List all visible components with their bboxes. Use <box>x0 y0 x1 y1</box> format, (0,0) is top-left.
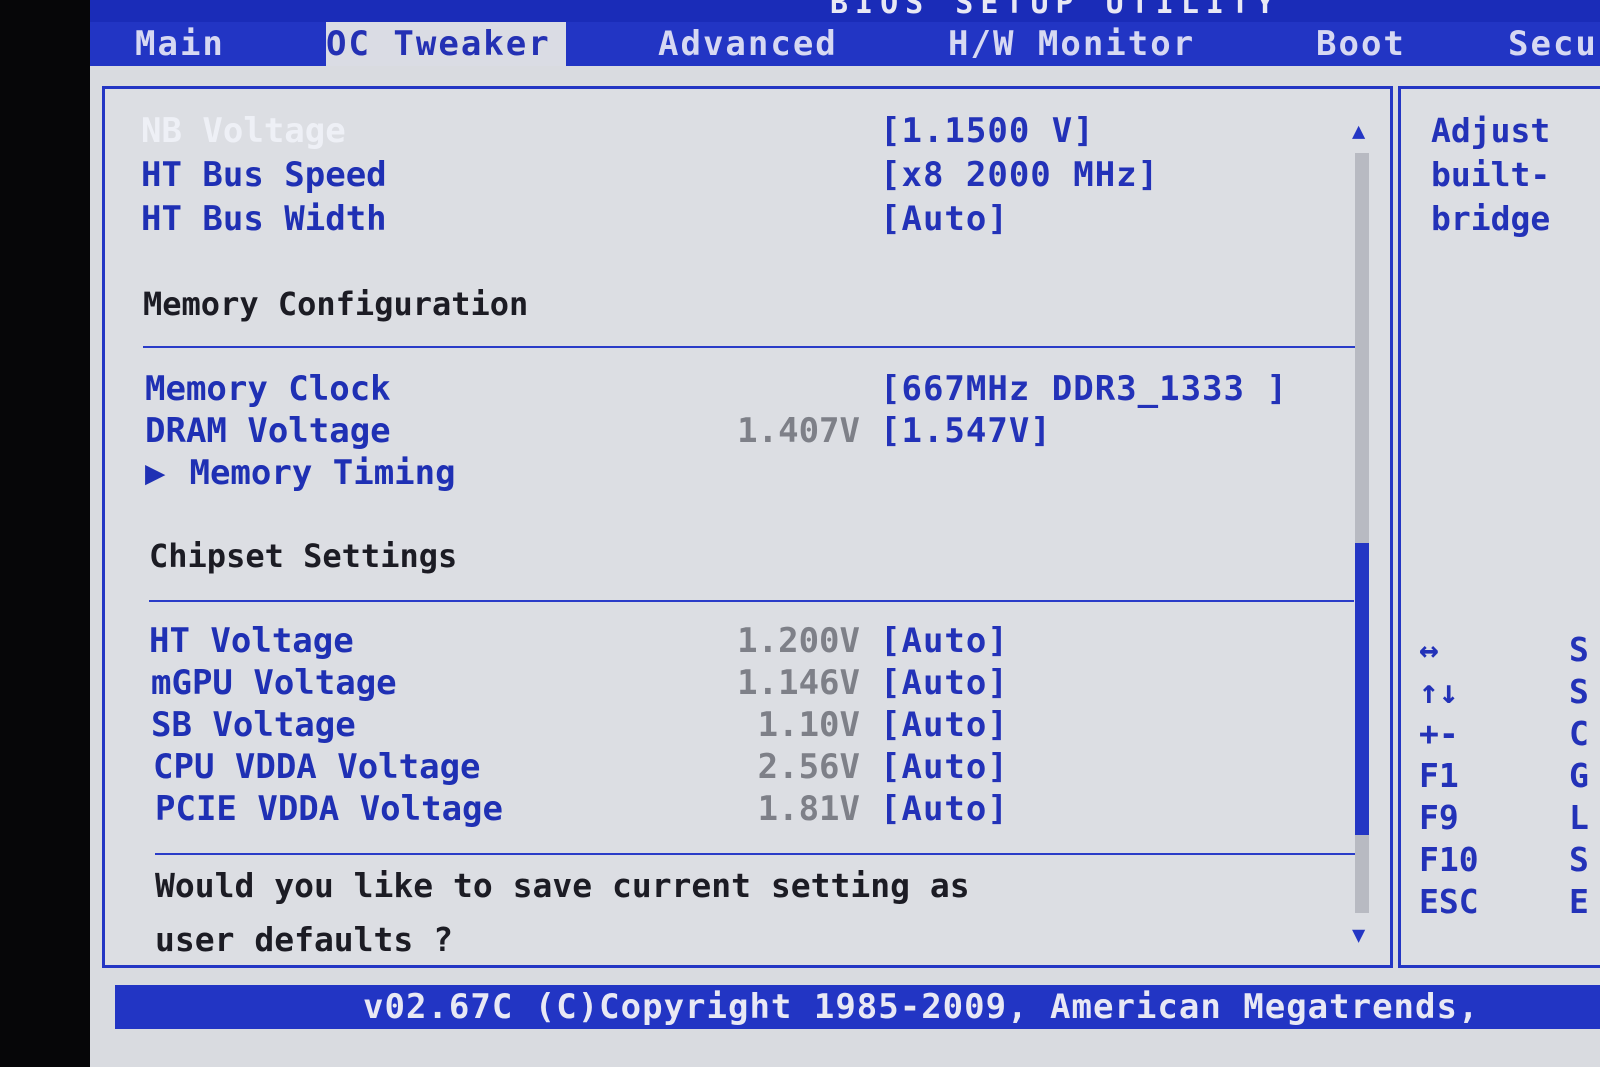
save-defaults-prompt: Would you like to save current setting a… <box>155 866 970 959</box>
key-legend-item: F10 S <box>1419 839 1589 881</box>
key-desc: S <box>1569 672 1589 711</box>
copyright-bar: v02.67C (C)Copyright 1985-2009, American… <box>115 985 1600 1029</box>
setting-label: CPU VDDA Voltage <box>153 747 481 787</box>
setting-reading: 1.146V <box>737 663 860 703</box>
setting-label: PCIE VDDA Voltage <box>155 789 503 829</box>
setting-label: mGPU Voltage <box>151 663 397 703</box>
key-name: ↔ <box>1419 630 1439 669</box>
key-legend: ↔ S ↑↓ S +- C F1 G F9 L F10 S ESC E <box>1419 629 1589 923</box>
setting-label: Memory Clock <box>145 369 391 409</box>
setting-row-ht-bus-speed[interactable]: HT Bus Speed [x8 2000 MHz] <box>105 155 1335 199</box>
setting-row-ht-bus-width[interactable]: HT Bus Width [Auto] <box>105 199 1335 243</box>
submenu-arrow-icon: ▶ <box>145 453 166 493</box>
key-desc: E <box>1569 882 1589 921</box>
setting-value[interactable]: [667MHz DDR3_1333 ] <box>880 369 1288 409</box>
setting-value[interactable]: [Auto] <box>880 621 1009 661</box>
setting-value[interactable]: [Auto] <box>880 199 1009 239</box>
key-name: F10 <box>1419 840 1479 879</box>
submenu-label-text: Memory Timing <box>189 453 456 493</box>
submenu-memory-timing[interactable]: ▶ Memory Timing <box>105 453 1335 497</box>
section-divider <box>149 600 1354 602</box>
submenu-label: ▶ Memory Timing <box>145 453 456 493</box>
tab-main[interactable]: Main <box>135 22 225 66</box>
help-text: Adjust built- bridge <box>1431 111 1551 238</box>
key-desc: G <box>1569 756 1589 795</box>
key-desc: L <box>1569 798 1589 837</box>
setting-label: HT Bus Speed <box>141 155 387 195</box>
key-desc: S <box>1569 840 1589 879</box>
key-name: F1 <box>1419 756 1459 795</box>
setting-row-ht-voltage[interactable]: HT Voltage 1.200V [Auto] <box>105 621 1335 665</box>
setting-row-mgpu-voltage[interactable]: mGPU Voltage 1.146V [Auto] <box>105 663 1335 707</box>
tab-hw-monitor[interactable]: H/W Monitor <box>948 22 1195 66</box>
setting-value[interactable]: [x8 2000 MHz] <box>880 155 1159 195</box>
key-desc: S <box>1569 630 1589 669</box>
key-legend-item: +- C <box>1419 713 1589 755</box>
scrollbar-thumb[interactable] <box>1355 543 1369 835</box>
key-name: ESC <box>1419 882 1479 921</box>
setting-value[interactable]: [1.547V] <box>880 411 1052 451</box>
help-panel: Adjust built- bridge ↔ S ↑↓ S +- C F1 G F9 L … <box>1398 86 1600 968</box>
scroll-down-icon[interactable]: ▼ <box>1352 923 1365 948</box>
setting-reading: 1.10V <box>757 705 860 745</box>
scrollbar[interactable] <box>1355 153 1369 913</box>
settings-panel: NB Voltage [1.1500 V] HT Bus Speed [x8 2… <box>102 86 1393 968</box>
setting-label: HT Bus Width <box>141 199 387 239</box>
setting-label: HT Voltage <box>149 621 354 661</box>
setting-label: DRAM Voltage <box>145 411 391 451</box>
setting-value[interactable]: [1.1500 V] <box>880 111 1095 151</box>
setting-row-cpu-vdda-voltage[interactable]: CPU VDDA Voltage 2.56V [Auto] <box>105 747 1335 791</box>
setting-value[interactable]: [Auto] <box>880 789 1009 829</box>
bios-title: BIOS SETUP UTILITY <box>830 0 1282 21</box>
section-title-chipset: Chipset Settings <box>149 537 458 575</box>
tab-security[interactable]: Security <box>1508 22 1600 66</box>
setting-label: SB Voltage <box>151 705 356 745</box>
setting-value[interactable]: [Auto] <box>880 705 1009 745</box>
setting-value[interactable]: [Auto] <box>880 747 1009 787</box>
tab-oc-tweaker[interactable]: OC Tweaker <box>326 22 566 66</box>
setting-reading: 1.200V <box>737 621 860 661</box>
key-legend-item: ↑↓ S <box>1419 671 1589 713</box>
key-name: F9 <box>1419 798 1459 837</box>
setting-row-nb-voltage[interactable]: NB Voltage [1.1500 V] <box>105 111 1335 155</box>
tab-boot[interactable]: Boot <box>1316 22 1406 66</box>
key-legend-item: ESC E <box>1419 881 1589 923</box>
key-legend-item: F1 G <box>1419 755 1589 797</box>
section-title-memory: Memory Configuration <box>143 285 529 323</box>
setting-row-sb-voltage[interactable]: SB Voltage 1.10V [Auto] <box>105 705 1335 749</box>
setting-row-dram-voltage[interactable]: DRAM Voltage 1.407V [1.547V] <box>105 411 1335 455</box>
key-desc: C <box>1569 714 1589 753</box>
setting-value[interactable]: [Auto] <box>880 663 1009 703</box>
key-name: ↑↓ <box>1419 672 1459 711</box>
bios-screen: BIOS SETUP UTILITY Main OC Tweaker Advan… <box>90 0 1600 1067</box>
setting-row-pcie-vdda-voltage[interactable]: PCIE VDDA Voltage 1.81V [Auto] <box>105 789 1335 833</box>
tab-bar: Main OC Tweaker Advanced H/W Monitor Boo… <box>90 22 1600 66</box>
setting-reading: 1.407V <box>737 411 860 451</box>
copyright-text: v02.67C (C)Copyright 1985-2009, American… <box>363 987 1480 1027</box>
setting-row-memory-clock[interactable]: Memory Clock [667MHz DDR3_1333 ] <box>105 369 1335 413</box>
scroll-up-icon[interactable]: ▲ <box>1352 119 1365 144</box>
tab-advanced[interactable]: Advanced <box>658 22 838 66</box>
key-name: +- <box>1419 714 1459 753</box>
setting-label: NB Voltage <box>141 111 346 151</box>
setting-reading: 1.81V <box>757 789 860 829</box>
key-legend-item: ↔ S <box>1419 629 1589 671</box>
key-legend-item: F9 L <box>1419 797 1589 839</box>
setting-reading: 2.56V <box>757 747 860 787</box>
section-divider <box>143 346 1363 348</box>
section-divider <box>155 853 1355 855</box>
title-strip: BIOS SETUP UTILITY <box>90 0 1600 22</box>
